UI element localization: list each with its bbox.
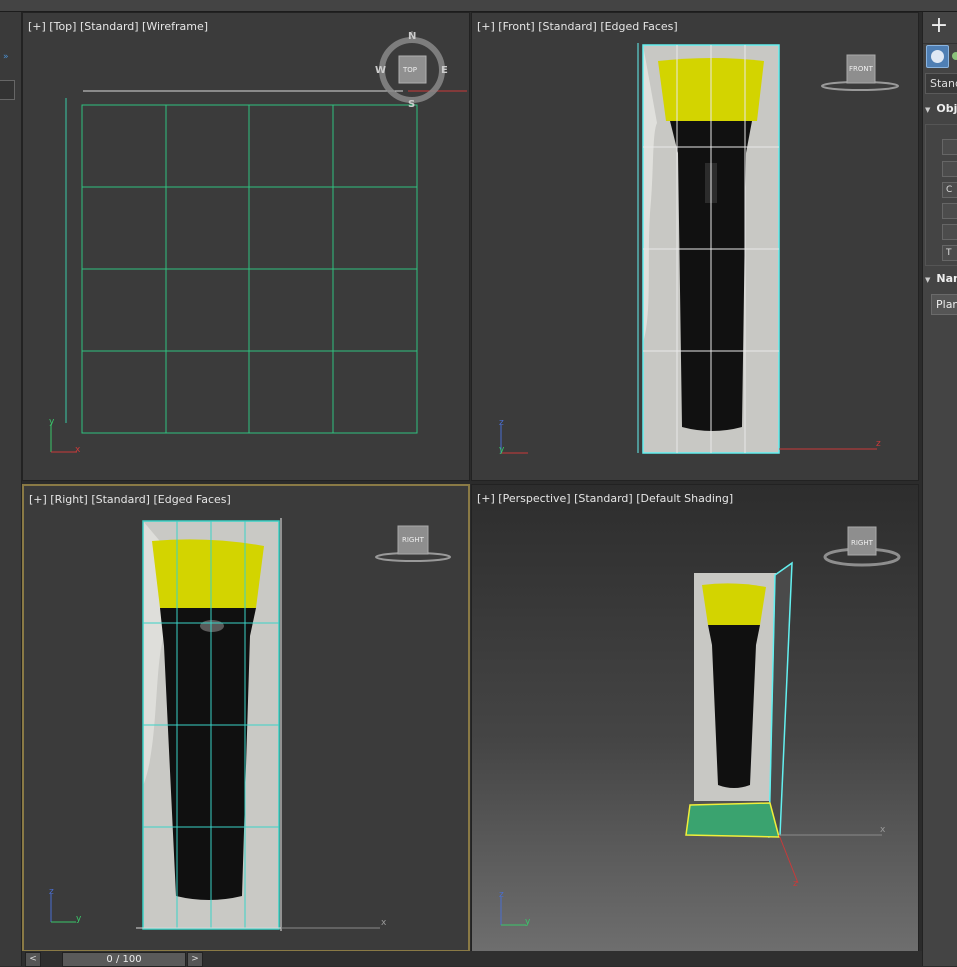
panel-separator xyxy=(923,43,957,44)
viewcube-right[interactable]: RIGHT xyxy=(373,524,453,564)
category-dropdown[interactable]: Standard Primitives xyxy=(925,73,957,94)
time-slider[interactable]: 0 / 100 xyxy=(62,952,186,967)
viewcube-icon xyxy=(823,526,901,567)
axis-y-label: y xyxy=(49,417,55,427)
rollout-collapse-icon: ▼ xyxy=(925,276,931,284)
compass-e: E xyxy=(441,65,448,76)
viewport-label-front[interactable]: [+] [Front] [Standard] [Edged Faces] xyxy=(477,20,678,33)
axis-x-far-label: x xyxy=(381,918,387,928)
rollout-name-color-label: Name and Color xyxy=(936,272,957,285)
rollout-name-color[interactable]: ▼ Name and Color xyxy=(925,272,957,291)
viewcube-front[interactable]: FRONT xyxy=(817,53,902,93)
compass-w: W xyxy=(375,65,387,76)
left-side-strip: » xyxy=(0,12,22,966)
viewcube-face-label: RIGHT xyxy=(402,536,424,544)
side-input[interactable] xyxy=(0,80,15,100)
compass-n: N xyxy=(408,31,417,42)
viewcube-perspective[interactable]: RIGHT xyxy=(822,523,902,571)
viewport-label-top[interactable]: [+] [Top] [Standard] [Wireframe] xyxy=(28,20,208,33)
time-slider-bar: < 0 / 100 > xyxy=(22,951,957,967)
axis-z-label: z xyxy=(499,890,504,900)
axis-z-label: z xyxy=(499,418,504,428)
axis-y-label: y xyxy=(499,445,505,455)
viewport-perspective[interactable]: [+] [Perspective] [Standard] [Default Sh… xyxy=(471,484,919,952)
viewcube-top[interactable]: TOP N S E W xyxy=(375,31,450,111)
viewcube-face-label: FRONT xyxy=(849,65,873,73)
object-type-button-2[interactable] xyxy=(942,161,957,177)
axis-z-far-label: z xyxy=(876,439,881,449)
viewcube-face-label: RIGHT xyxy=(851,539,873,547)
expand-chevron-icon[interactable]: » xyxy=(3,52,8,62)
object-type-button-1[interactable] xyxy=(942,139,957,155)
viewcube-face-label: TOP xyxy=(403,66,418,74)
object-type-button-6[interactable]: T xyxy=(942,245,957,261)
object-type-button-5[interactable] xyxy=(942,224,957,240)
object-type-button-4[interactable] xyxy=(942,203,957,219)
ground-plane xyxy=(685,802,780,838)
viewport-right[interactable]: [+] [Right] [Standard] [Edged Faces] z y… xyxy=(22,484,470,952)
flashlight-body xyxy=(160,608,256,900)
flashlight-cap xyxy=(152,539,264,608)
flashlight-cap xyxy=(702,583,766,625)
next-frame-button[interactable]: > xyxy=(187,952,203,967)
viewport-label-right[interactable]: [+] [Right] [Standard] [Edged Faces] xyxy=(29,493,231,506)
axis-x-label: x xyxy=(75,445,81,455)
object-name-input[interactable]: Plane001 xyxy=(931,294,957,315)
compass-s: S xyxy=(408,99,416,110)
rollout-object-type[interactable]: ▼ Object Type xyxy=(925,102,957,121)
viewcube-icon xyxy=(821,54,899,91)
viewcube-icon xyxy=(375,525,451,562)
axis-y-label: y xyxy=(525,917,531,927)
rollout-collapse-icon: ▼ xyxy=(925,106,931,114)
viewport-top[interactable]: [+] [Top] [Standard] [Wireframe] y x TOP… xyxy=(22,12,470,481)
axis-z-far-label: z xyxy=(793,879,798,889)
axis-y-label: y xyxy=(76,914,82,924)
rollout-object-type-label: Object Type xyxy=(936,102,957,115)
viewport-label-perspective[interactable]: [+] [Perspective] [Standard] [Default Sh… xyxy=(477,492,733,505)
geometry-category-button[interactable] xyxy=(926,45,949,68)
object-type-group: C T xyxy=(925,124,957,266)
shapes-category-icon[interactable] xyxy=(952,52,957,60)
object-type-button-3[interactable]: C xyxy=(942,182,957,198)
sphere-icon xyxy=(931,50,944,63)
axis-x-far-label: x xyxy=(880,825,886,835)
viewport-front[interactable]: [+] [Front] [Standard] [Edged Faces] z y… xyxy=(471,12,919,481)
axis-z-label: z xyxy=(49,887,54,897)
create-tab-plus-icon[interactable]: + xyxy=(927,15,951,39)
top-toolbar xyxy=(0,0,957,12)
prev-frame-button[interactable]: < xyxy=(25,952,41,967)
command-panel: + Standard Primitives ▼ Object Type C T ▼… xyxy=(922,12,957,966)
